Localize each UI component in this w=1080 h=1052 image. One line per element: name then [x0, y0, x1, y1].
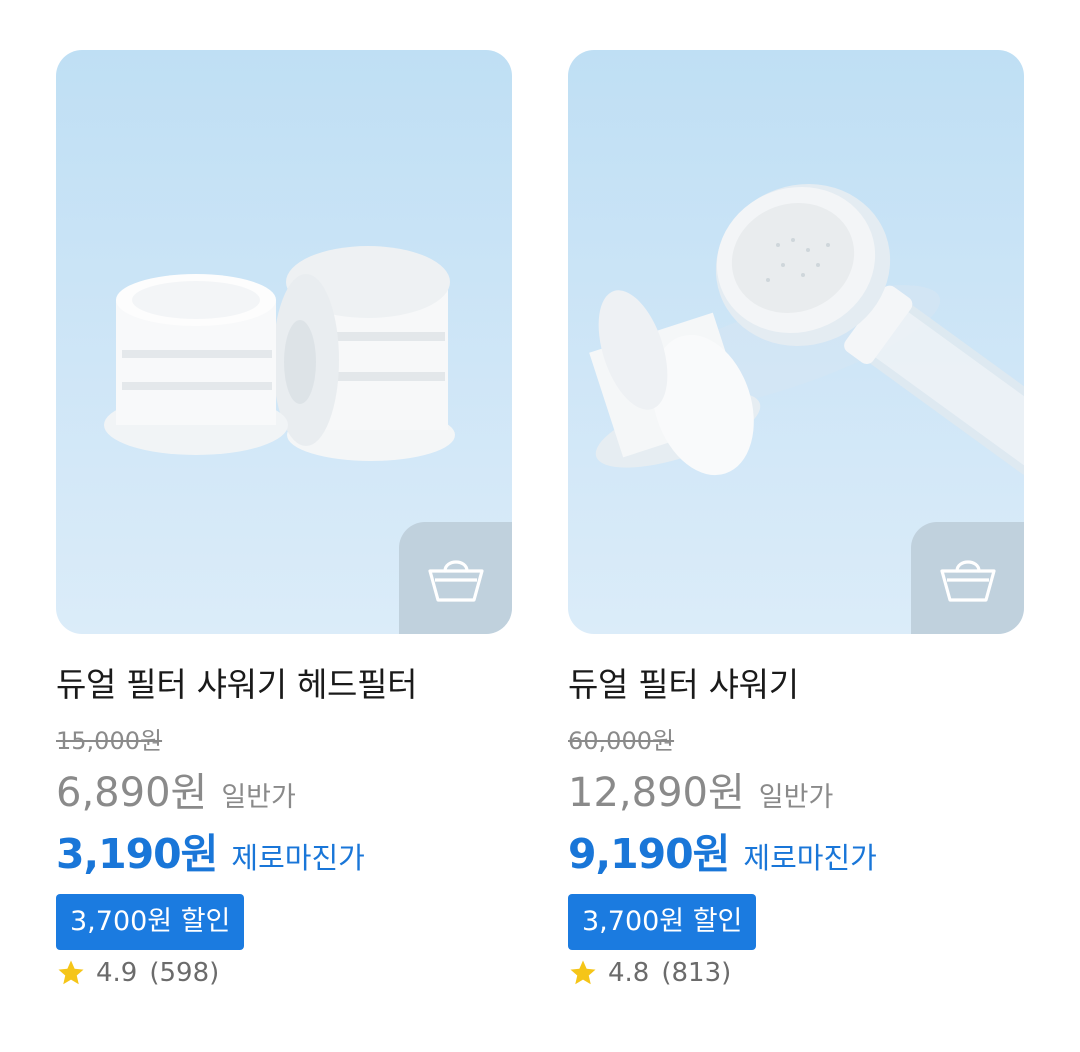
- product-card[interactable]: 듀얼 필터 샤워기 60,000원 12,890원 일반가 9,190원 제로마…: [568, 50, 1024, 988]
- product-image[interactable]: [568, 50, 1024, 634]
- zero-margin-price-row: 9,190원 제로마진가: [568, 828, 1024, 880]
- zero-margin-label: 제로마진가: [231, 841, 365, 875]
- discount-badge: 3,700원 할인: [568, 894, 757, 950]
- zero-margin-price: 9,190원: [568, 830, 730, 878]
- discount-badge: 3,700원 할인: [56, 894, 245, 950]
- normal-price: 6,890원: [56, 770, 208, 816]
- original-price: 60,000원: [568, 727, 675, 755]
- add-to-cart-button[interactable]: [399, 522, 512, 634]
- zero-margin-price-row: 3,190원 제로마진가: [56, 828, 512, 880]
- product-title[interactable]: 듀얼 필터 샤워기: [568, 664, 1024, 706]
- zero-margin-price: 3,190원: [56, 830, 218, 878]
- product-card[interactable]: 듀얼 필터 샤워기 헤드필터 15,000원 6,890원 일반가 3,190원…: [56, 50, 512, 988]
- shopping-basket-icon: [427, 560, 484, 602]
- shopping-basket-icon: [939, 560, 996, 602]
- normal-price-row: 6,890원 일반가: [56, 768, 512, 818]
- normal-price-row: 12,890원 일반가: [568, 768, 1024, 818]
- star-icon: [58, 960, 84, 985]
- product-title[interactable]: 듀얼 필터 샤워기 헤드필터: [56, 664, 512, 706]
- product-grid: 듀얼 필터 샤워기 헤드필터 15,000원 6,890원 일반가 3,190원…: [56, 50, 1024, 988]
- review-count: (813): [661, 958, 732, 988]
- original-price: 15,000원: [56, 727, 163, 755]
- normal-price: 12,890원: [568, 770, 745, 816]
- rating: 4.9 (598): [56, 958, 512, 988]
- rating: 4.8 (813): [568, 958, 1024, 988]
- normal-price-label: 일반가: [758, 782, 834, 813]
- add-to-cart-button[interactable]: [911, 522, 1024, 634]
- review-count: (598): [149, 958, 220, 988]
- zero-margin-label: 제로마진가: [743, 841, 877, 875]
- normal-price-label: 일반가: [221, 782, 296, 813]
- rating-value: 4.9: [96, 958, 138, 988]
- rating-value: 4.8: [608, 958, 650, 988]
- product-image[interactable]: [56, 50, 512, 634]
- star-icon: [570, 960, 596, 985]
